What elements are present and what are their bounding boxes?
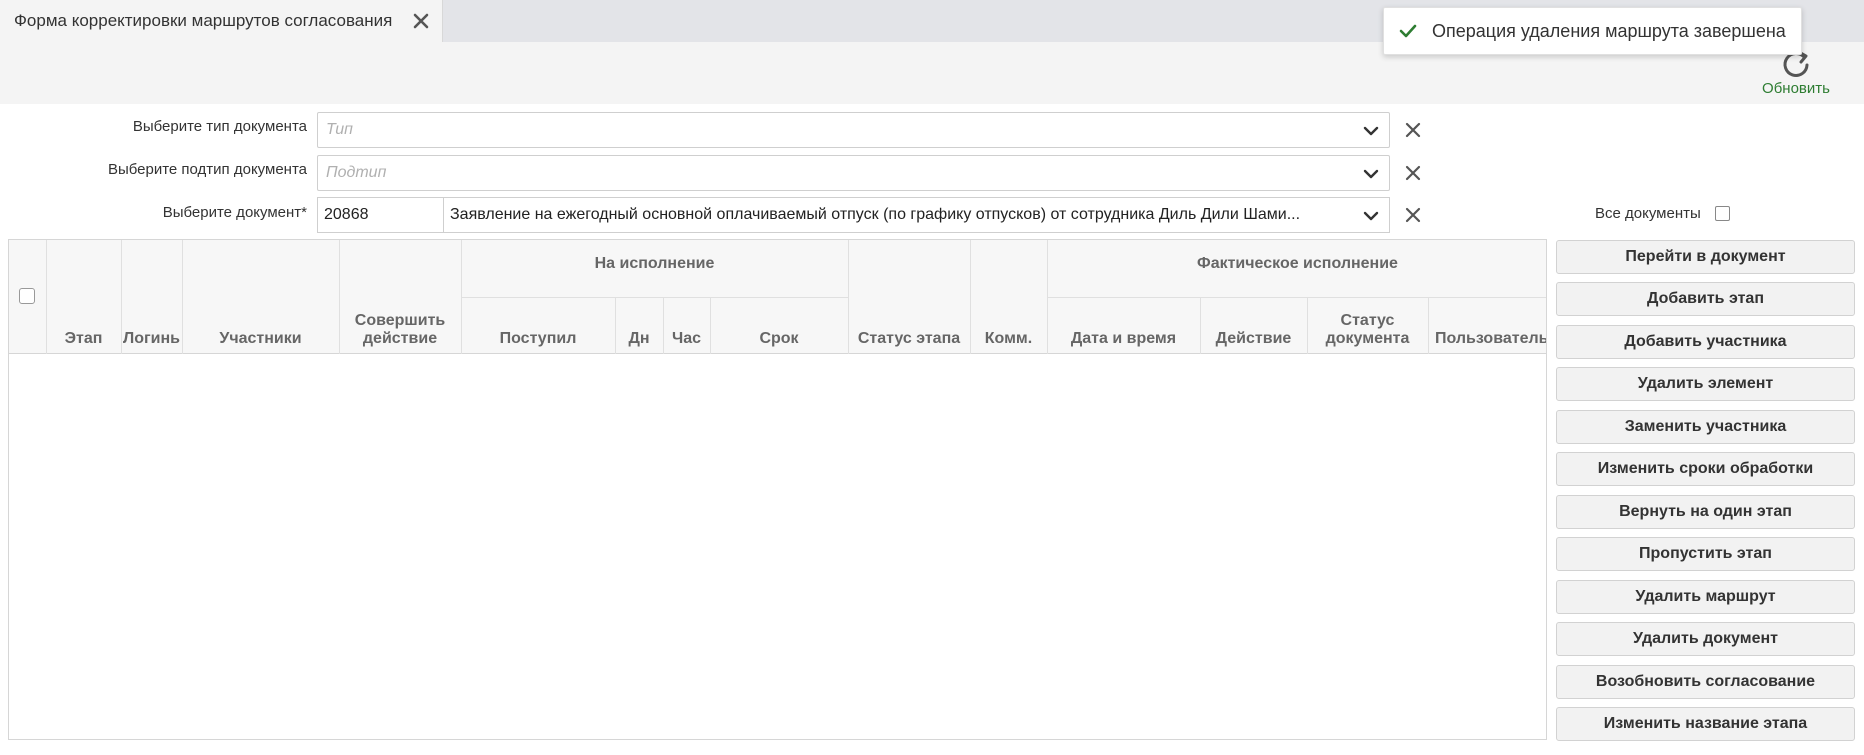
clear-doc-subtype-icon[interactable]: [1404, 164, 1422, 182]
col-comments[interactable]: Комм.: [970, 330, 1047, 348]
col-action[interactable]: Совершить действие: [351, 312, 449, 348]
col-hours[interactable]: Час: [663, 330, 710, 348]
col-datetime[interactable]: Дата и время: [1047, 330, 1200, 348]
doc-subtype-select[interactable]: Подтип: [317, 155, 1390, 191]
tab-route-correction[interactable]: Форма корректировки маршрутов согласован…: [0, 0, 443, 42]
clear-doc-type-icon[interactable]: [1404, 121, 1422, 139]
col-act[interactable]: Действие: [1200, 330, 1307, 348]
all-docs-toggle: Все документы: [1595, 205, 1730, 222]
success-toast: Операция удаления маршрута завершена: [1383, 7, 1802, 55]
col-participants[interactable]: Участники: [182, 330, 339, 348]
resume-approval-button[interactable]: Возобновить согласование: [1556, 665, 1855, 699]
change-deadlines-button[interactable]: Изменить сроки обработки: [1556, 452, 1855, 486]
check-icon: [1399, 24, 1417, 38]
refresh-label: Обновить: [1762, 80, 1830, 97]
col-login[interactable]: Логинь: [121, 330, 182, 348]
chevron-down-icon[interactable]: [1363, 166, 1379, 182]
col-stage-status[interactable]: Статус этапа: [848, 330, 970, 348]
refresh-button[interactable]: Обновить: [1758, 48, 1834, 100]
add-stage-button[interactable]: Добавить этап: [1556, 282, 1855, 316]
col-received[interactable]: Поступил: [461, 330, 615, 348]
chevron-down-icon[interactable]: [1363, 208, 1379, 224]
toast-message: Операция удаления маршрута завершена: [1432, 20, 1786, 41]
rename-stage-button[interactable]: Изменить название этапа: [1556, 707, 1855, 741]
col-user[interactable]: Пользователь: [1428, 330, 1546, 348]
col-stage[interactable]: Этап: [46, 330, 121, 348]
doc-subtype-label: Выберите подтип документа: [107, 161, 307, 178]
all-docs-label: Все документы: [1595, 205, 1701, 222]
delete-route-button[interactable]: Удалить маршрут: [1556, 580, 1855, 614]
table-body: [9, 354, 1546, 739]
document-select[interactable]: Заявление на ежегодный основной оплачива…: [443, 197, 1390, 233]
skip-stage-button[interactable]: Пропустить этап: [1556, 537, 1855, 571]
add-participant-button[interactable]: Добавить участника: [1556, 325, 1855, 359]
route-table: На исполнение Фактическое исполнение Эта…: [8, 239, 1547, 740]
delete-element-button[interactable]: Удалить элемент: [1556, 367, 1855, 401]
col-days[interactable]: Дн: [615, 330, 663, 348]
replace-participant-button[interactable]: Заменить участника: [1556, 410, 1855, 444]
chevron-down-icon[interactable]: [1363, 123, 1379, 139]
doc-type-placeholder: Тип: [326, 121, 353, 138]
document-number-field[interactable]: 20868: [317, 197, 443, 233]
doc-type-label: Выберите тип документа: [132, 118, 307, 135]
table-header: На исполнение Фактическое исполнение Эта…: [9, 240, 1546, 354]
goto-document-button[interactable]: Перейти в документ: [1556, 240, 1855, 274]
document-label: Выберите документ*: [162, 204, 307, 221]
clear-document-icon[interactable]: [1404, 206, 1422, 224]
group-header-actual: Фактическое исполнение: [1197, 255, 1398, 272]
delete-document-button[interactable]: Удалить документ: [1556, 622, 1855, 656]
tab-title: Форма корректировки маршрутов согласован…: [14, 11, 393, 30]
all-docs-checkbox[interactable]: [1714, 206, 1730, 221]
group-header-in-work: На исполнение: [594, 255, 715, 272]
doc-type-select[interactable]: Тип: [317, 112, 1390, 148]
select-all-checkbox[interactable]: [19, 288, 35, 304]
col-deadline[interactable]: Срок: [710, 330, 848, 348]
document-name-value: Заявление на ежегодный основной оплачива…: [450, 206, 1301, 223]
close-icon[interactable]: [412, 11, 430, 31]
return-stage-button[interactable]: Вернуть на один этап: [1556, 495, 1855, 529]
col-doc-status[interactable]: Статус документа: [1319, 312, 1416, 348]
doc-subtype-placeholder: Подтип: [326, 164, 387, 181]
